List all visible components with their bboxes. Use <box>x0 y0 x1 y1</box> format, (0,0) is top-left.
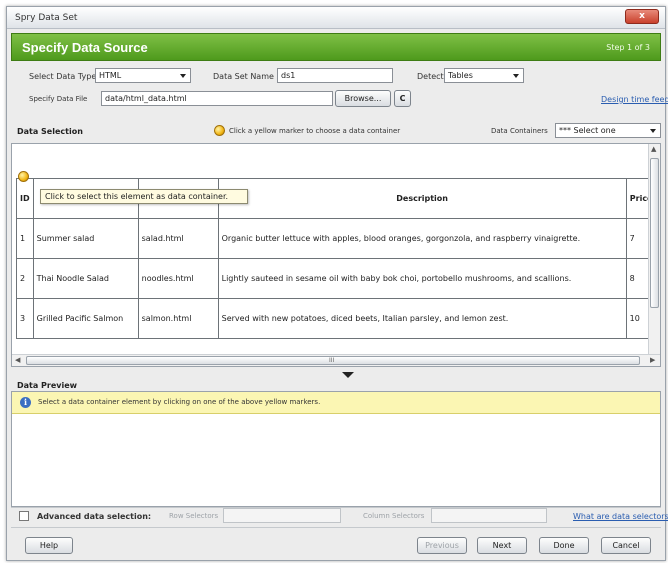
column-selectors-label: Column Selectors <box>363 512 425 520</box>
data-selection-panel: ID Description Price 1 Summer salad sala… <box>11 143 661 367</box>
browse-button[interactable]: Browse... <box>335 90 391 107</box>
close-button[interactable]: x <box>625 9 659 24</box>
header-banner: Specify Data Source Step 1 of 3 <box>11 33 661 61</box>
detect-select[interactable]: Tables <box>444 68 524 83</box>
cancel-button[interactable]: Cancel <box>601 537 651 554</box>
scroll-thumb[interactable]: III <box>26 356 640 365</box>
yellow-marker-icon[interactable] <box>18 171 29 182</box>
table-row: 3 Grilled Pacific Salmon salmon.html Ser… <box>16 298 657 339</box>
data-set-name-label: Data Set Name <box>213 72 274 81</box>
data-preview-heading: Data Preview <box>17 381 78 390</box>
horizontal-scrollbar[interactable]: ◀ III ▶ <box>12 354 660 366</box>
data-type-label: Select Data Type <box>29 72 97 81</box>
scroll-right-icon[interactable]: ▶ <box>650 356 655 364</box>
chevron-down-icon <box>513 74 519 78</box>
refresh-icon[interactable]: C <box>394 90 411 107</box>
table-cell: Grilled Pacific Salmon <box>32 298 139 339</box>
data-type-select[interactable]: HTML <box>95 68 191 83</box>
next-button[interactable]: Next <box>477 537 527 554</box>
table-cell: Lightly sauteed in sesame oil with baby … <box>217 258 627 299</box>
column-selectors-input[interactable] <box>431 508 547 523</box>
window-title: Spry Data Set <box>15 13 78 23</box>
data-file-label: Specify Data File <box>29 95 88 103</box>
data-containers-select[interactable]: *** Select one <box>555 123 661 138</box>
column-header: ID <box>16 178 34 219</box>
table-cell: Thai Noodle Salad <box>32 258 139 299</box>
data-file-input[interactable]: data/html_data.html <box>101 91 333 106</box>
advanced-selection-checkbox[interactable] <box>19 511 29 521</box>
column-header: Description <box>217 178 627 219</box>
page-title: Specify Data Source <box>22 40 148 55</box>
table-cell: Served with new potatoes, diced beets, I… <box>217 298 627 339</box>
info-message: Select a data container element by click… <box>38 398 321 406</box>
detect-value: Tables <box>448 71 473 80</box>
table-cell: salad.html <box>137 218 219 259</box>
table-row: 1 Summer salad salad.html Organic butter… <box>16 218 657 259</box>
advanced-selection-label: Advanced data selection: <box>37 512 152 521</box>
table-cell: noodles.html <box>137 258 219 299</box>
data-set-name-input[interactable]: ds1 <box>277 68 393 83</box>
data-selectors-help-link[interactable]: What are data selectors? <box>573 512 668 521</box>
table-cell: 1 <box>16 218 34 259</box>
table-cell: salmon.html <box>137 298 219 339</box>
divider <box>11 527 661 528</box>
vertical-scrollbar[interactable]: ▲ <box>648 144 660 355</box>
title-bar: Spry Data Set x <box>7 7 665 29</box>
previous-button[interactable]: Previous <box>417 537 467 554</box>
table-cell: 3 <box>16 298 34 339</box>
table-cell: 2 <box>16 258 34 299</box>
design-time-feed-link[interactable]: Design time feed <box>601 95 668 104</box>
yellow-marker-icon <box>214 125 225 136</box>
help-button[interactable]: Help <box>25 537 73 554</box>
step-indicator: Step 1 of 3 <box>606 43 650 52</box>
scroll-up-icon[interactable]: ▲ <box>651 145 656 153</box>
expand-arrow-icon[interactable] <box>342 372 354 378</box>
data-selection-heading: Data Selection <box>17 127 83 136</box>
scroll-thumb[interactable] <box>650 158 659 308</box>
table-cell: Summer salad <box>32 218 139 259</box>
marker-tooltip: Click to select this element as data con… <box>40 189 248 204</box>
chevron-down-icon <box>650 129 656 133</box>
data-containers-label: Data Containers <box>491 127 548 135</box>
data-selection-hint: Click a yellow marker to choose a data c… <box>229 127 401 135</box>
info-icon: i <box>20 397 31 408</box>
dialog-window: Spry Data Set x Specify Data Source Step… <box>6 6 668 561</box>
scroll-left-icon[interactable]: ◀ <box>15 356 20 364</box>
detect-label: Detect <box>417 72 444 81</box>
row-selectors-input[interactable] <box>223 508 341 523</box>
row-selectors-label: Row Selectors <box>169 512 219 520</box>
table-row: 2 Thai Noodle Salad noodles.html Lightly… <box>16 258 657 299</box>
table-cell: Organic butter lettuce with apples, bloo… <box>217 218 627 259</box>
chevron-down-icon <box>180 74 186 78</box>
data-type-value: HTML <box>99 71 122 80</box>
done-button[interactable]: Done <box>539 537 589 554</box>
info-bar: i Select a data container element by cli… <box>12 392 660 414</box>
scroll-grip: III <box>329 357 335 364</box>
data-preview-panel: i Select a data container element by cli… <box>11 391 661 507</box>
data-containers-value: *** Select one <box>559 126 616 135</box>
